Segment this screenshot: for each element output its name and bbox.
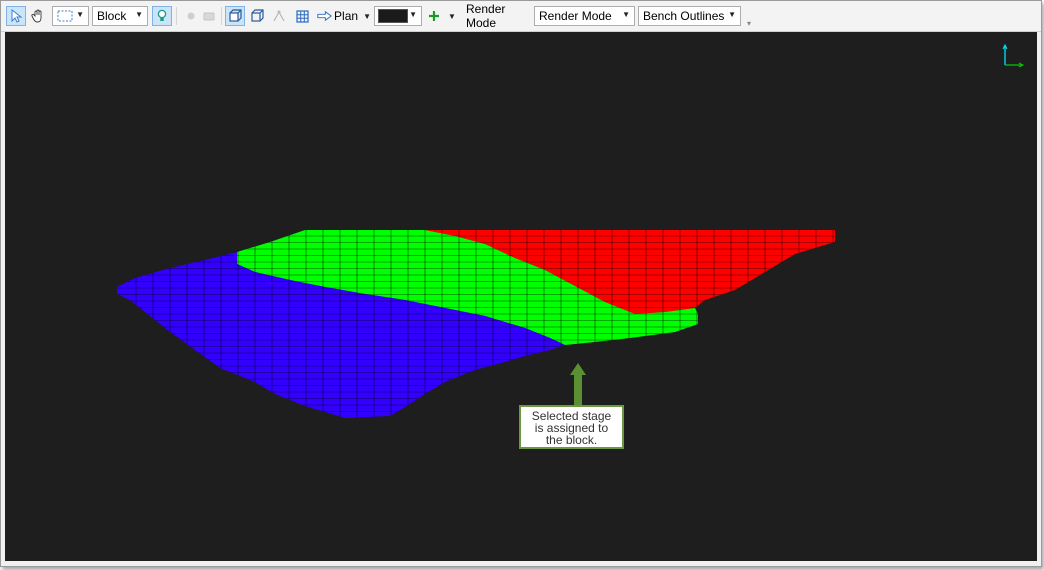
circle-icon bbox=[187, 12, 195, 20]
application-window: ▼ Block ▼ Plan ▼ ▼ ▼ Render Mode Render … bbox=[0, 0, 1042, 567]
grid-icon bbox=[295, 9, 309, 23]
cube-icon bbox=[229, 9, 242, 22]
toolbar: ▼ Block ▼ Plan ▼ ▼ ▼ Render Mode Render … bbox=[1, 1, 1041, 32]
camera-icon bbox=[203, 12, 215, 21]
selection-shape-dropdown[interactable]: ▼ bbox=[52, 6, 89, 26]
selection-mode-dropdown[interactable]: Block ▼ bbox=[92, 6, 148, 26]
measure-icon bbox=[273, 10, 285, 22]
toolbar-overflow-button[interactable]: ▾ bbox=[744, 13, 754, 33]
toolbar-separator bbox=[221, 7, 222, 25]
view-direction-dropdown[interactable]: Plan ▼ bbox=[317, 6, 371, 26]
block-model-scene bbox=[117, 43, 1025, 418]
callout-line-3: the block. bbox=[545, 433, 598, 447]
toolbar-separator bbox=[176, 7, 177, 25]
chevron-down-icon: ▼ bbox=[622, 10, 630, 19]
color-swatch bbox=[378, 9, 408, 23]
selection-mode-value: Block bbox=[97, 9, 127, 23]
chevron-down-icon: ▼ bbox=[135, 10, 143, 19]
add-button[interactable]: ▼ bbox=[428, 6, 460, 26]
callout-arrow bbox=[570, 363, 586, 405]
select-tool-button[interactable] bbox=[6, 6, 26, 26]
pan-tool-button[interactable] bbox=[28, 6, 48, 26]
annotation-callout: Selected stage is assigned to the block. bbox=[519, 405, 624, 449]
plus-icon bbox=[429, 11, 439, 21]
lightbulb-icon bbox=[157, 9, 167, 21]
chevron-down-icon: ▼ bbox=[728, 10, 736, 19]
rectangle-select-icon bbox=[57, 10, 73, 22]
chevron-down-icon: ▼ bbox=[76, 10, 84, 19]
background-color-picker[interactable]: ▼ bbox=[374, 6, 422, 26]
display-mode-value: Bench Outlines bbox=[643, 9, 725, 23]
pointer-icon bbox=[11, 9, 23, 23]
view-direction-value: Plan bbox=[334, 9, 359, 23]
highlight-toggle-button[interactable] bbox=[152, 6, 172, 26]
render-mode-dropdown[interactable]: Render Mode ▼ bbox=[534, 6, 635, 26]
hand-icon bbox=[31, 9, 42, 23]
render-mode-value: Render Mode bbox=[539, 9, 612, 23]
chevron-down-icon: ▼ bbox=[409, 10, 417, 19]
grid-button[interactable] bbox=[292, 6, 312, 26]
chevron-down-icon: ▼ bbox=[448, 11, 456, 21]
snapshot-button[interactable] bbox=[199, 6, 219, 26]
record-button[interactable] bbox=[181, 6, 201, 26]
render-mode-label: Render Mode bbox=[466, 2, 506, 30]
measure-button[interactable] bbox=[269, 6, 289, 26]
3d-viewport[interactable]: Selected stage is assigned to the block. bbox=[5, 32, 1037, 561]
chevron-down-icon: ▼ bbox=[363, 11, 371, 21]
arrow-right-icon bbox=[317, 10, 333, 22]
solid-view-button[interactable] bbox=[225, 6, 245, 26]
display-mode-dropdown[interactable]: Bench Outlines ▼ bbox=[638, 6, 741, 26]
axis-indicator-icon bbox=[1002, 43, 1025, 68]
wire-cube-icon bbox=[251, 9, 264, 22]
wireframe-view-button[interactable] bbox=[247, 6, 267, 26]
